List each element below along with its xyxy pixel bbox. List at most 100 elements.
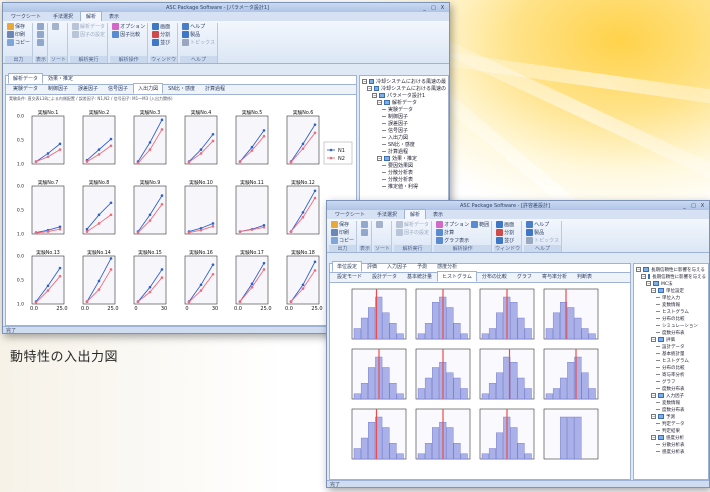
expand-toggle-icon[interactable]: − xyxy=(651,337,656,342)
tree-node[interactable]: 分布の比較 xyxy=(636,315,706,322)
tree-node[interactable]: 感度分析表 xyxy=(636,448,706,455)
tree-node[interactable]: 分散分析表 xyxy=(636,441,706,448)
tree-node[interactable]: 計算過程 xyxy=(362,148,446,155)
expand-toggle-icon[interactable]: − xyxy=(377,100,382,105)
ribbon-button[interactable]: 製品 xyxy=(526,229,559,236)
tree-node[interactable]: 変数情報 xyxy=(636,399,706,406)
sub-tab[interactable]: 判断表 xyxy=(572,271,597,282)
tree-node[interactable]: 変数情報 xyxy=(636,301,706,308)
tree-node[interactable]: 寄与率分析 xyxy=(636,371,706,378)
sub-tab[interactable]: 実験データ xyxy=(8,83,43,94)
ribbon-button[interactable]: 因子比較 xyxy=(112,31,145,38)
ribbon-button[interactable] xyxy=(361,229,369,236)
ribbon-button[interactable]: トピックス xyxy=(526,237,559,244)
sub-tab[interactable]: 制御因子 xyxy=(43,83,73,94)
ribbon-button[interactable]: 解析データ xyxy=(72,23,105,30)
menu-tab[interactable]: ワークシート xyxy=(330,210,370,219)
ribbon-button[interactable]: 印刷 xyxy=(7,31,30,38)
expand-toggle-icon[interactable]: − xyxy=(651,435,656,440)
tree-node[interactable]: − 単位設定 xyxy=(636,287,706,294)
ribbon-button[interactable]: 分割 xyxy=(152,31,170,38)
tree-node[interactable]: − 効果・推定 xyxy=(362,155,446,162)
tree-node[interactable]: SN比・感度 xyxy=(362,141,446,148)
menu-tab[interactable]: 手法選択 xyxy=(48,12,78,21)
tree-node[interactable]: 要因効果図 xyxy=(362,162,446,169)
tree-node[interactable]: − MC法 xyxy=(636,280,706,287)
tree-node[interactable]: − パラメータ設計1 xyxy=(362,92,446,99)
tree-node[interactable]: 単位入力 xyxy=(636,294,706,301)
ribbon-button[interactable]: 分割 xyxy=(496,229,514,236)
sub-tab[interactable]: 入出力図 xyxy=(133,83,164,94)
maximize-button[interactable]: □ xyxy=(690,203,697,209)
ribbon-button[interactable]: 画面 xyxy=(152,23,170,30)
ribbon-button[interactable] xyxy=(37,23,45,30)
ribbon-button[interactable]: グラフ表示 xyxy=(436,237,469,244)
tree-node[interactable]: 制御因子 xyxy=(362,113,446,120)
menu-tab[interactable]: 解析 xyxy=(404,209,427,219)
ribbon-button[interactable]: オプション xyxy=(112,23,145,30)
ribbon-button[interactable] xyxy=(376,221,384,228)
tree-node[interactable]: 度数分布表 xyxy=(636,329,706,336)
tree-node[interactable]: グラフ xyxy=(636,378,706,385)
tree-node[interactable]: − 予測 xyxy=(636,413,706,420)
ribbon-button[interactable]: 解析データ xyxy=(396,221,429,228)
tree-node[interactable]: 分散分析表 xyxy=(362,176,446,183)
tree-node[interactable]: − 入力因子 xyxy=(636,392,706,399)
sub-tab[interactable]: 信号因子 xyxy=(103,83,133,94)
menu-tab[interactable]: 表示 xyxy=(428,210,448,219)
ribbon-button[interactable]: ヘルプ xyxy=(182,23,215,30)
minimize-button[interactable]: _ xyxy=(681,203,688,209)
close-button[interactable]: X xyxy=(439,5,446,11)
sub-tab[interactable]: 寄与率分析 xyxy=(537,271,572,282)
ribbon-button[interactable] xyxy=(52,23,60,30)
menu-tab[interactable]: ワークシート xyxy=(6,12,46,21)
ribbon-button[interactable]: 画面 xyxy=(496,221,514,228)
expand-toggle-icon[interactable]: − xyxy=(646,281,651,286)
tree-node[interactable]: − 評価 xyxy=(636,336,706,343)
tree-node[interactable]: − 感度分析 xyxy=(636,434,706,441)
tree-node[interactable]: 判定結果 xyxy=(636,427,706,434)
tree-node[interactable]: − 冷却システムにおける風速の xyxy=(362,85,446,92)
sub-tab[interactable]: 誤差因子 xyxy=(73,83,103,94)
menu-tab[interactable]: 手法選択 xyxy=(372,210,402,219)
tree-node[interactable]: − 解析データ xyxy=(362,99,446,106)
sub-tab[interactable]: 基本統計量 xyxy=(402,271,437,282)
ribbon-button[interactable] xyxy=(37,31,45,38)
sub-tab[interactable]: グラフ xyxy=(512,271,537,282)
tree-node[interactable]: 誤差因子 xyxy=(362,120,446,127)
expand-toggle-icon[interactable]: − xyxy=(362,79,367,84)
sub-tab[interactable]: 設定モード xyxy=(332,271,367,282)
tree-node[interactable]: 基本統計量 xyxy=(636,350,706,357)
expand-toggle-icon[interactable]: − xyxy=(641,274,646,279)
ribbon-button[interactable]: 保存 xyxy=(331,221,354,228)
sub-tab[interactable]: SN比・感度 xyxy=(163,83,200,94)
ribbon-button[interactable]: 計算 xyxy=(436,229,469,236)
ribbon-button[interactable]: 印刷 xyxy=(331,229,354,236)
expand-toggle-icon[interactable]: − xyxy=(367,86,372,91)
tree-node[interactable]: − 長期信頼性に影響を与える xyxy=(636,266,706,273)
sub-tab[interactable]: ヒストグラム xyxy=(437,271,477,282)
tree-node[interactable]: 度数分布表 xyxy=(636,406,706,413)
ribbon-button[interactable]: オプション xyxy=(436,221,469,228)
expand-toggle-icon[interactable]: − xyxy=(651,393,656,398)
ribbon-button[interactable]: 範囲 xyxy=(471,221,489,228)
tree-node[interactable]: 信号因子 xyxy=(362,127,446,134)
ribbon-button[interactable]: 並び xyxy=(152,39,170,46)
tree-node[interactable]: 分布の比較 xyxy=(636,364,706,371)
minimize-button[interactable]: _ xyxy=(421,5,428,11)
expand-toggle-icon[interactable]: − xyxy=(377,156,382,161)
tree-node[interactable]: 分散分析表 xyxy=(362,169,446,176)
tree-node[interactable]: ヒストグラム xyxy=(636,357,706,364)
sub-tab[interactable]: 計算過程 xyxy=(200,83,230,94)
tree-node[interactable]: 推定値・利得 xyxy=(362,183,446,190)
expand-toggle-icon[interactable]: − xyxy=(372,93,377,98)
menu-tab[interactable]: 表示 xyxy=(104,12,124,21)
expand-toggle-icon[interactable]: − xyxy=(651,414,656,419)
ribbon-button[interactable]: 製品 xyxy=(182,31,215,38)
tree-node[interactable]: − 冷却システムにおける風速の最 xyxy=(362,78,446,85)
tree-node[interactable]: シミュレーション xyxy=(636,322,706,329)
close-button[interactable]: X xyxy=(699,203,706,209)
tree-node[interactable]: 実験データ xyxy=(362,106,446,113)
ribbon-button[interactable]: 並び xyxy=(496,237,514,244)
ribbon-button[interactable]: コピー xyxy=(331,237,354,244)
